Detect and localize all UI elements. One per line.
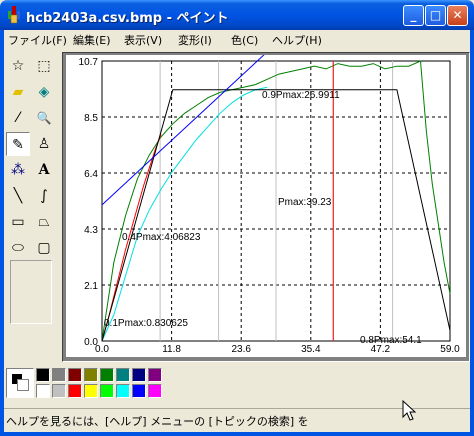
- palette-swatch[interactable]: [148, 384, 162, 398]
- line-tool[interactable]: ╲: [6, 184, 30, 208]
- y-tick-label: 10.7: [79, 57, 99, 68]
- window-border-bottom: [0, 432, 474, 436]
- line-icon: ╲: [13, 188, 23, 204]
- eyedropper-icon: ⁄: [16, 110, 20, 126]
- eraser-icon: ▰: [12, 84, 24, 100]
- palette-swatch[interactable]: [36, 384, 50, 398]
- x-tick-label: 35.4: [301, 344, 321, 355]
- toolbox: ☆ ⬚ ▰ ◈ ⁄ 🔍 ✎ ♙ ⁂ A ╲ ∫ ▭ ⏢ ⬭ ▢: [4, 52, 60, 362]
- palette-swatch[interactable]: [132, 368, 146, 382]
- palette-swatch[interactable]: [36, 368, 50, 382]
- chart-annotation: 0.4Pmax:4.06823: [122, 232, 201, 243]
- text-icon: A: [38, 162, 50, 178]
- status-bar: ヘルプを見るには、[ヘルプ] メニューの [トピックの検索] を: [4, 408, 470, 430]
- menu-view[interactable]: 表示(V): [124, 32, 162, 48]
- window-border-right: [470, 30, 474, 436]
- polygon-tool[interactable]: ⏢: [32, 210, 56, 234]
- palette-swatch[interactable]: [68, 384, 82, 398]
- eraser-tool[interactable]: ▰: [6, 80, 30, 104]
- menu-image[interactable]: 変形(I): [178, 32, 212, 48]
- y-tick-label: 4.3: [84, 225, 98, 236]
- brush-tool[interactable]: ♙: [32, 132, 56, 156]
- pencil-icon: ✎: [12, 137, 24, 153]
- canvas-scroll-area[interactable]: 10.7 8.5 6.4 4.3 2.1 0.0 0.0 11.8 23.6 35.4 47.2 59…: [62, 40, 470, 362]
- background-color: [17, 379, 29, 391]
- airbrush-icon: ⁂: [11, 162, 25, 178]
- palette-swatch[interactable]: [132, 384, 146, 398]
- x-tick-label: 0.0: [95, 344, 109, 355]
- chart-annotation: 0.9Pmax:26.9911: [262, 90, 340, 101]
- text-tool[interactable]: A: [32, 158, 56, 182]
- chart-ticks: 10.78.56.44.32.10.00.0 11.8 23.6 35.4 47.2 59…: [79, 57, 461, 355]
- mouse-cursor-icon: [402, 400, 417, 421]
- chart-annotation: 0.1Pmax:0.830625: [104, 318, 188, 329]
- magnifier-tool[interactable]: 🔍: [32, 106, 56, 130]
- magnifier-icon: 🔍: [36, 111, 52, 125]
- x-tick-label: 59.0: [440, 344, 460, 355]
- drawing-canvas[interactable]: 10.7 8.5 6.4 4.3 2.1 0.0 0.0 11.8 23.6 35.4 47.2 59…: [66, 40, 466, 357]
- palette-swatch[interactable]: [100, 384, 114, 398]
- rect-select-icon: ⬚: [37, 58, 51, 74]
- palette-swatch[interactable]: [52, 384, 66, 398]
- current-colors[interactable]: [6, 368, 34, 398]
- palette-swatch[interactable]: [68, 368, 82, 382]
- menu-edit[interactable]: 編集(E): [73, 32, 111, 48]
- menu-file[interactable]: ファイル(F): [8, 32, 67, 48]
- chart: 10.78.56.44.32.10.00.0 11.8 23.6 35.4 47.2 59…: [79, 40, 461, 355]
- ellipse-icon: ⬭: [12, 240, 24, 256]
- menu-bar: ファイル(F) 編集(E) 表示(V) 変形(I) 色(C) ヘルプ(H): [4, 30, 470, 49]
- palette-swatch[interactable]: [100, 368, 114, 382]
- chart-annotation: 0.8Pmax:54.1: [360, 335, 422, 346]
- rect-select-tool[interactable]: ⬚: [32, 54, 56, 78]
- tool-options-panel[interactable]: [10, 260, 52, 324]
- status-text: ヘルプを見るには、[ヘルプ] メニューの [トピックの検索] を: [6, 415, 309, 428]
- series-line: [101, 86, 268, 342]
- color-palette: [4, 364, 470, 404]
- pencil-tool[interactable]: ✎: [6, 132, 30, 156]
- rectangle-tool[interactable]: ▭: [6, 210, 30, 234]
- curve-icon: ∫: [40, 188, 48, 204]
- palette-swatch[interactable]: [116, 384, 130, 398]
- paint-app-icon: [8, 6, 20, 24]
- menu-colors[interactable]: 色(C): [231, 32, 258, 48]
- x-tick-label: 23.6: [231, 344, 251, 355]
- rounded-rect-icon: ▢: [37, 240, 51, 256]
- menu-help[interactable]: ヘルプ(H): [272, 32, 322, 48]
- ellipse-tool[interactable]: ⬭: [6, 236, 30, 260]
- minimize-button[interactable]: _: [403, 5, 424, 26]
- y-tick-label: 8.5: [84, 113, 98, 124]
- window-title: hcb2403a.csv.bmp - ペイント: [26, 11, 229, 26]
- polygon-icon: ⏢: [38, 214, 50, 230]
- rectangle-icon: ▭: [11, 214, 25, 230]
- eyedropper-tool[interactable]: ⁄: [6, 106, 30, 130]
- close-button[interactable]: ✕: [447, 5, 468, 26]
- free-select-icon: ☆: [11, 58, 25, 74]
- y-tick-label: 2.1: [84, 281, 98, 292]
- rounded-rect-tool[interactable]: ▢: [32, 236, 56, 260]
- chart-annotations: 0.9Pmax:26.9911 Pmax:39.23 0.4Pmax:4.06823…: [104, 90, 422, 346]
- palette-swatch[interactable]: [84, 384, 98, 398]
- y-tick-label: 6.4: [84, 169, 98, 180]
- palette-swatch[interactable]: [116, 368, 130, 382]
- chart-annotation: Pmax:39.23: [278, 197, 332, 208]
- brush-icon: ♙: [37, 136, 51, 152]
- free-select-tool[interactable]: ☆: [6, 54, 30, 78]
- curve-tool[interactable]: ∫: [32, 184, 56, 208]
- airbrush-tool[interactable]: ⁂: [6, 158, 30, 182]
- maximize-button[interactable]: □: [425, 5, 446, 26]
- fill-bucket-icon: ◈: [38, 84, 50, 100]
- series-line: [101, 40, 280, 206]
- title-bar: hcb2403a.csv.bmp - ペイント _ □ ✕: [0, 0, 474, 30]
- x-tick-label: 11.8: [162, 344, 181, 355]
- palette-swatch[interactable]: [84, 368, 98, 382]
- palette-swatch[interactable]: [148, 368, 162, 382]
- fill-tool[interactable]: ◈: [32, 80, 56, 104]
- palette-swatch[interactable]: [52, 368, 66, 382]
